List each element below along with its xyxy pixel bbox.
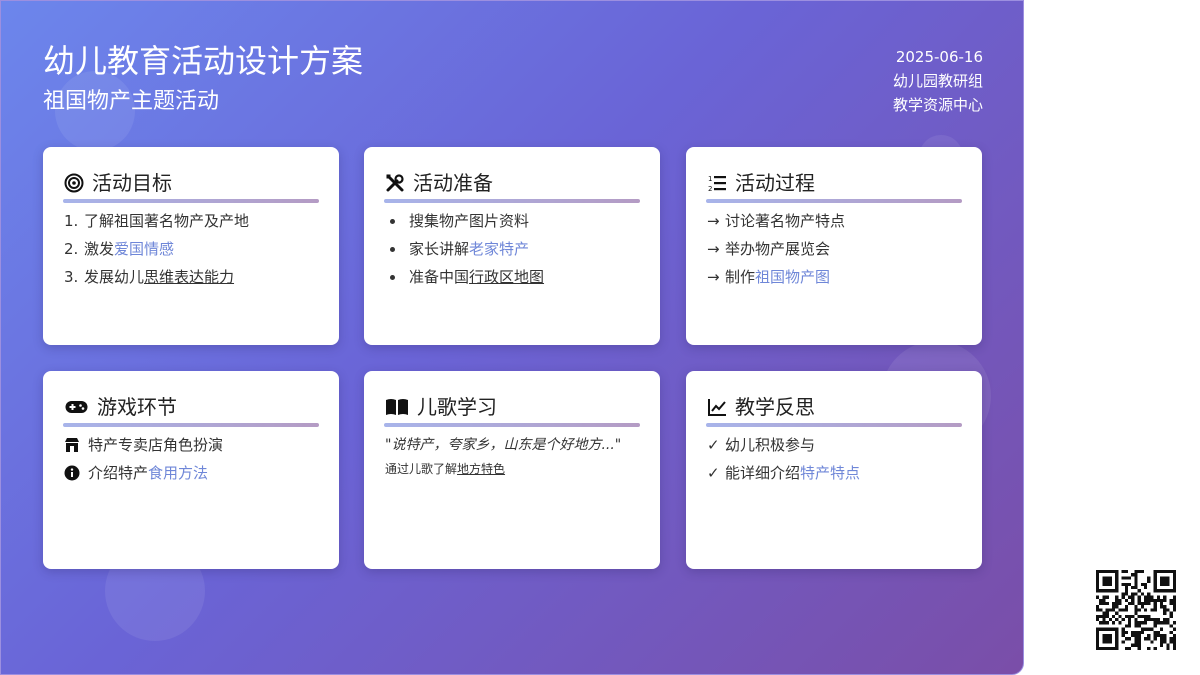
goals-list: 1. 了解祖国著名物产及产地 2. 激发 爱国情感 3. 发展幼儿 思维表达能力 <box>64 207 323 291</box>
reflection-list: ✓ 幼儿积极参与 ✓ 能详细介绍 特产特点 <box>707 431 966 487</box>
card-header: 儿歌学习 <box>385 393 639 421</box>
highlight-text: 老家特产 <box>469 240 530 258</box>
info-icon <box>64 465 80 481</box>
card-title: 活动目标 <box>92 171 172 195</box>
list-item: ✓ 能详细介绍 特产特点 <box>707 459 966 487</box>
svg-text:1: 1 <box>708 175 712 183</box>
chart-line-icon <box>708 399 726 416</box>
list-item: 1. 了解祖国著名物产及产地 <box>64 207 323 235</box>
prep-list: 搜集物产图片资料 家长讲解 老家特产 准备中国 行政区地图 <box>385 207 644 291</box>
org-label: 幼儿园教研组 <box>892 72 983 90</box>
card-divider <box>384 199 640 203</box>
bullet <box>390 274 395 280</box>
game-list: 特产专卖店角色扮演 介绍特产 食用方法 <box>64 431 323 487</box>
highlight-text: 特产特点 <box>800 464 861 482</box>
check-mark: ✓ <box>707 464 720 482</box>
card-divider <box>384 423 640 427</box>
list-number: 1. <box>64 212 79 230</box>
list-text: 举办物产展览会 <box>725 240 831 258</box>
list-item: ✓ 幼儿积极参与 <box>707 431 966 459</box>
list-item: 介绍特产 食用方法 <box>64 459 323 487</box>
arrow-mark: → <box>707 268 720 286</box>
highlight-text: 食用方法 <box>148 464 209 482</box>
card-header: 活动目标 <box>64 169 318 197</box>
list-text: 准备中国 <box>409 268 470 286</box>
card-goals: 活动目标 1. 了解祖国著名物产及产地 2. 激发 爱国情感 3. 发展幼儿 思维表… <box>43 147 339 345</box>
book-icon <box>386 399 408 415</box>
qr-code-icon[interactable] <box>1096 570 1176 650</box>
list-item: 准备中国 行政区地图 <box>385 263 644 291</box>
page-title: 幼儿教育活动设计方案 <box>43 42 364 80</box>
list-item: 家长讲解 老家特产 <box>385 235 644 263</box>
card-header: 1 2 活动过程 <box>707 169 961 197</box>
gamepad-icon <box>65 401 88 413</box>
card-header: 活动准备 <box>385 169 639 197</box>
card-prep: 活动准备 搜集物产图片资料 家长讲解 老家特产 准备中国 行政区地图 <box>364 147 660 345</box>
process-list: → 讨论著名物产特点 → 举办物产展览会 → 制作 祖国物产图 <box>707 207 966 291</box>
list-text: 了解祖国著名物产及产地 <box>84 212 250 230</box>
list-text: 讨论著名物产特点 <box>725 212 846 230</box>
tools-icon <box>386 174 404 192</box>
center-label: 教学资源中心 <box>892 96 983 114</box>
card-title: 教学反思 <box>735 395 815 419</box>
header-meta: 2025-06-16 幼儿园教研组 教学资源中心 <box>893 45 983 117</box>
list-text: 家长讲解 <box>409 240 470 258</box>
list-text: 能详细介绍 <box>725 464 801 482</box>
song-note: 通过儿歌了解地方特色 <box>385 459 505 479</box>
list-text: 搜集物产图片资料 <box>409 212 530 230</box>
list-item: → 制作 祖国物产图 <box>707 263 966 291</box>
card-header: 游戏环节 <box>64 393 318 421</box>
card-title: 活动过程 <box>735 171 815 195</box>
list-item: 搜集物产图片资料 <box>385 207 644 235</box>
list-number: 3. <box>64 268 79 286</box>
card-header: 教学反思 <box>707 393 961 421</box>
bullet <box>390 246 395 252</box>
page-subtitle: 祖国物产主题活动 <box>43 89 220 114</box>
list-item: → 举办物产展览会 <box>707 235 966 263</box>
underlined-text: 行政区地图 <box>469 268 545 286</box>
ordered-list-icon: 1 2 <box>708 175 726 193</box>
underlined-text: 思维表达能力 <box>144 268 235 286</box>
list-text: 制作 <box>725 268 756 286</box>
list-item: 3. 发展幼儿 思维表达能力 <box>64 263 323 291</box>
highlight-text: 祖国物产图 <box>755 268 831 286</box>
arrow-mark: → <box>707 240 720 258</box>
check-mark: ✓ <box>707 436 720 454</box>
list-item: 特产专卖店角色扮演 <box>64 431 323 459</box>
list-text: 激发 <box>84 240 115 258</box>
card-divider <box>706 423 962 427</box>
list-text: 发展幼儿 <box>84 268 145 286</box>
card-song: 儿歌学习 "说特产，夸家乡，山东是个好地方..." 通过儿歌了解地方特色 <box>364 371 660 569</box>
card-divider <box>63 423 319 427</box>
highlight-text: 爱国情感 <box>114 240 175 258</box>
card-divider <box>706 199 962 203</box>
card-title: 儿歌学习 <box>417 395 497 419</box>
list-item: → 讨论著名物产特点 <box>707 207 966 235</box>
list-item: 2. 激发 爱国情感 <box>64 235 323 263</box>
list-text: 幼儿积极参与 <box>725 436 816 454</box>
card-process: 1 2 活动过程 → 讨论著名物产特点 → 举办物产展览会 → 制作 祖国物产图 <box>686 147 982 345</box>
svg-text:2: 2 <box>708 185 712 193</box>
arrow-mark: → <box>707 212 720 230</box>
note-text: 通过儿歌了解 <box>385 462 458 476</box>
store-icon <box>65 438 79 452</box>
card-reflection: 教学反思 ✓ 幼儿积极参与 ✓ 能详细介绍 特产特点 <box>686 371 982 569</box>
target-icon <box>64 173 84 193</box>
slide: 幼儿教育活动设计方案 祖国物产主题活动 2025-06-16 幼儿园教研组 教学… <box>0 0 1024 675</box>
underlined-text: 地方特色 <box>457 462 506 476</box>
list-text: 特产专卖店角色扮演 <box>88 436 224 454</box>
card-divider <box>63 199 319 203</box>
date-label: 2025-06-16 <box>895 48 983 66</box>
card-title: 游戏环节 <box>97 395 177 419</box>
song-quote: "说特产，夸家乡，山东是个好地方..." <box>385 437 622 453</box>
card-game: 游戏环节 特产专卖店角色扮演 介绍特产 食用方法 <box>43 371 339 569</box>
list-number: 2. <box>64 240 79 258</box>
list-text: 介绍特产 <box>88 464 149 482</box>
bullet <box>390 218 395 224</box>
card-title: 活动准备 <box>413 171 493 195</box>
